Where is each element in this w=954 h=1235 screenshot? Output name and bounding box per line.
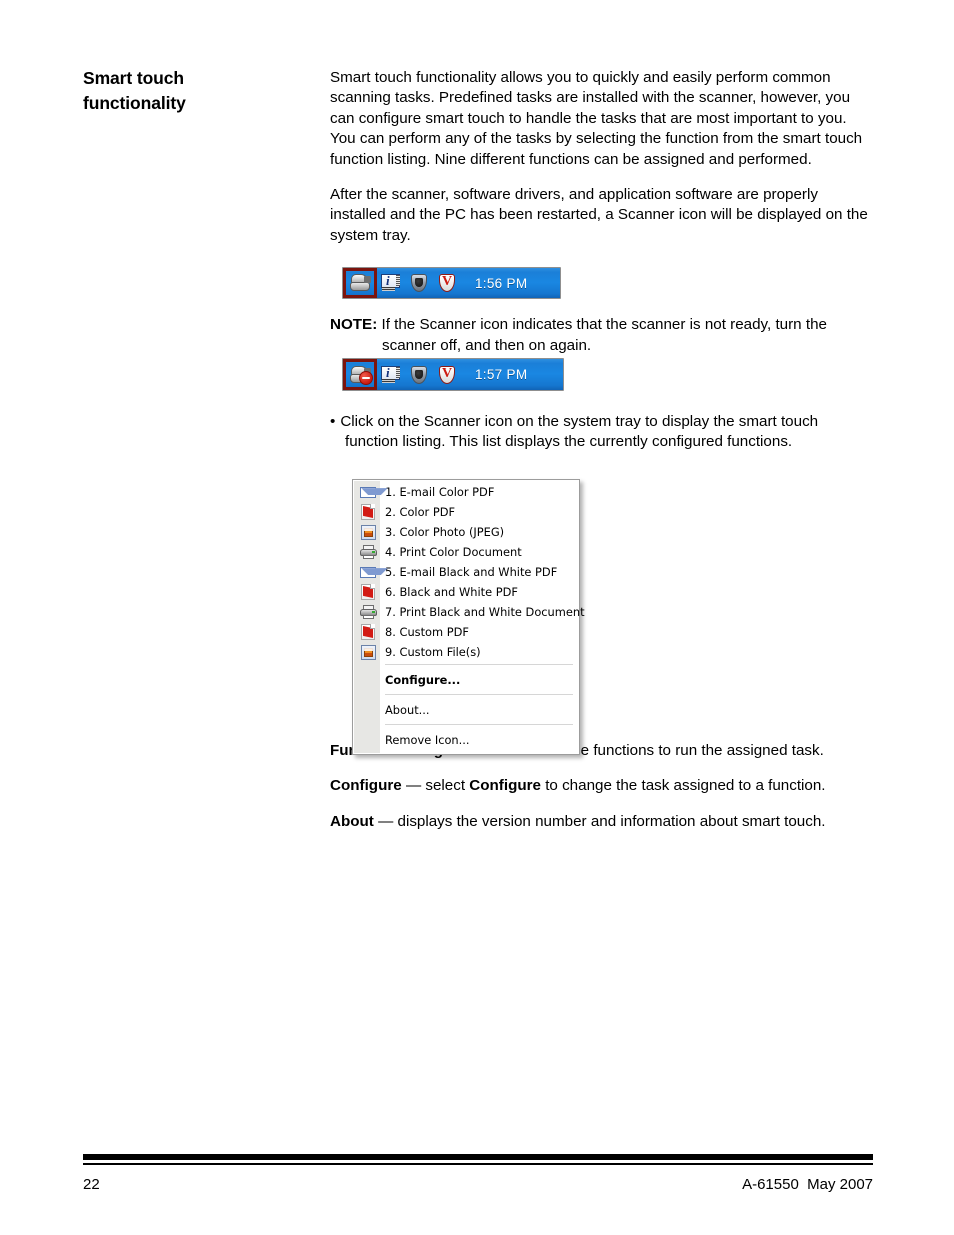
menu-item-about[interactable]: About... (353, 697, 579, 722)
menu-item-function[interactable]: 5. E-mail Black and White PDF (353, 562, 579, 582)
menu-item-function[interactable]: 6. Black and White PDF (353, 582, 579, 602)
footer-rule-thin (83, 1163, 873, 1165)
system-tray-ready: 1:56 PM (342, 267, 561, 299)
photo-icon (357, 644, 379, 660)
menu-item-label: 1. E-mail Color PDF (385, 485, 495, 499)
bullet-click-scanner: • Click on the Scanner icon on the system… (330, 412, 870, 453)
menu-item-label: Configure... (385, 672, 461, 687)
scanner-icon-highlight[interactable] (343, 268, 377, 298)
menu-item-label: Remove Icon... (385, 732, 470, 747)
note-label: NOTE: (330, 316, 378, 334)
info-icon-slot[interactable] (377, 359, 405, 390)
pdf-icon (357, 584, 379, 600)
menu-item-label: 6. Black and White PDF (385, 585, 518, 599)
menu-item-label: About... (385, 702, 430, 717)
page-title: Smart touch functionality (83, 66, 313, 116)
paragraph-intro: Smart touch functionality allows you to … (330, 69, 863, 168)
page-number: 22 (83, 1176, 100, 1193)
photo-icon (357, 524, 379, 540)
menu-item-function[interactable]: 4. Print Color Document (353, 542, 579, 562)
definition-text: displays the version number and informat… (397, 812, 826, 830)
scanner-icon[interactable] (350, 274, 371, 292)
menu-item-label: 2. Color PDF (385, 505, 456, 519)
printer-icon (357, 544, 379, 560)
paragraph-tray-icon: After the scanner, software drivers, and… (330, 186, 868, 244)
mail-icon (357, 484, 379, 500)
definition-dash: — (401, 777, 426, 795)
definition-term: About (330, 812, 374, 830)
definition-dash: — (373, 812, 398, 830)
menu-separator (385, 664, 573, 665)
menu-item-function[interactable]: 7. Print Black and White Document (353, 602, 585, 622)
tray-clock[interactable]: 1:57 PM (461, 367, 527, 382)
pdf-icon (357, 624, 379, 640)
page-title-line1: Smart touch (83, 68, 184, 88)
system-tray-not-ready: 1:57 PM (342, 358, 564, 391)
shield-icon-slot[interactable] (405, 359, 433, 390)
v-shield-icon[interactable] (439, 365, 455, 384)
v-shield-icon[interactable] (439, 274, 455, 292)
definition-emphasis: Configure (469, 777, 541, 795)
shield-icon-slot[interactable] (405, 268, 433, 298)
definition-text-before: select (425, 777, 470, 795)
scanner-not-ready-icon[interactable] (350, 365, 373, 385)
menu-item-label: 7. Print Black and White Document (385, 605, 585, 619)
menu-item-label: 3. Color Photo (JPEG) (385, 525, 505, 539)
shield-icon[interactable] (411, 365, 427, 384)
tray-clock[interactable]: 1:56 PM (461, 276, 527, 291)
v-shield-icon-slot[interactable] (433, 359, 461, 390)
info-icon-slot[interactable] (377, 268, 405, 298)
printer-icon (357, 604, 379, 620)
menu-item-remove-icon[interactable]: Remove Icon... (353, 727, 579, 752)
info-icon[interactable] (381, 273, 401, 292)
definition-term: Configure (330, 777, 402, 795)
menu-item-function[interactable]: 2. Color PDF (353, 502, 579, 522)
menu-separator (385, 694, 573, 695)
menu-item-label: 8. Custom PDF (385, 625, 469, 639)
menu-item-configure[interactable]: Configure... (353, 667, 579, 692)
definition-text-after: to change the task assigned to a functio… (540, 777, 826, 795)
definition-about: About — displays the version number and … (330, 812, 870, 832)
definition-configure: Configure — select Configure to change t… (330, 776, 870, 796)
bullet-text: Click on the Scanner icon on the system … (340, 413, 819, 451)
document-page: Smart touch functionality Smart touch fu… (0, 0, 954, 1235)
smart-touch-context-menu: 1. E-mail Color PDF 2. Color PDF 3. Colo… (352, 479, 585, 755)
menu-item-function[interactable]: 1. E-mail Color PDF (353, 482, 579, 502)
document-id: A-61550 May 2007 (742, 1176, 873, 1193)
pdf-icon (357, 504, 379, 520)
shield-icon[interactable] (411, 274, 427, 292)
note-block: NOTE: If the Scanner icon indicates that… (330, 315, 870, 356)
tray-icon-group (343, 359, 461, 390)
menu-item-function[interactable]: 3. Color Photo (JPEG) (353, 522, 579, 542)
menu-separator (385, 724, 573, 725)
info-icon[interactable] (381, 365, 401, 384)
not-ready-badge-icon (359, 370, 373, 385)
menu-item-label: 9. Custom File(s) (385, 645, 481, 659)
menu-item-function[interactable]: 9. Custom File(s) (353, 642, 579, 662)
menu-item-label: 5. E-mail Black and White PDF (385, 565, 558, 579)
note-text: If the Scanner icon indicates that the s… (381, 316, 827, 354)
menu-item-function[interactable]: 8. Custom PDF (353, 622, 579, 642)
mail-icon (357, 564, 379, 580)
tray-icon-group (343, 268, 461, 298)
v-shield-icon-slot[interactable] (433, 268, 461, 298)
footer-rule-thick (83, 1154, 873, 1160)
bullet-marker: • (330, 413, 336, 431)
scanner-not-ready-highlight[interactable] (343, 359, 377, 390)
menu-item-label: 4. Print Color Document (385, 545, 522, 559)
page-title-line2: functionality (83, 93, 186, 113)
